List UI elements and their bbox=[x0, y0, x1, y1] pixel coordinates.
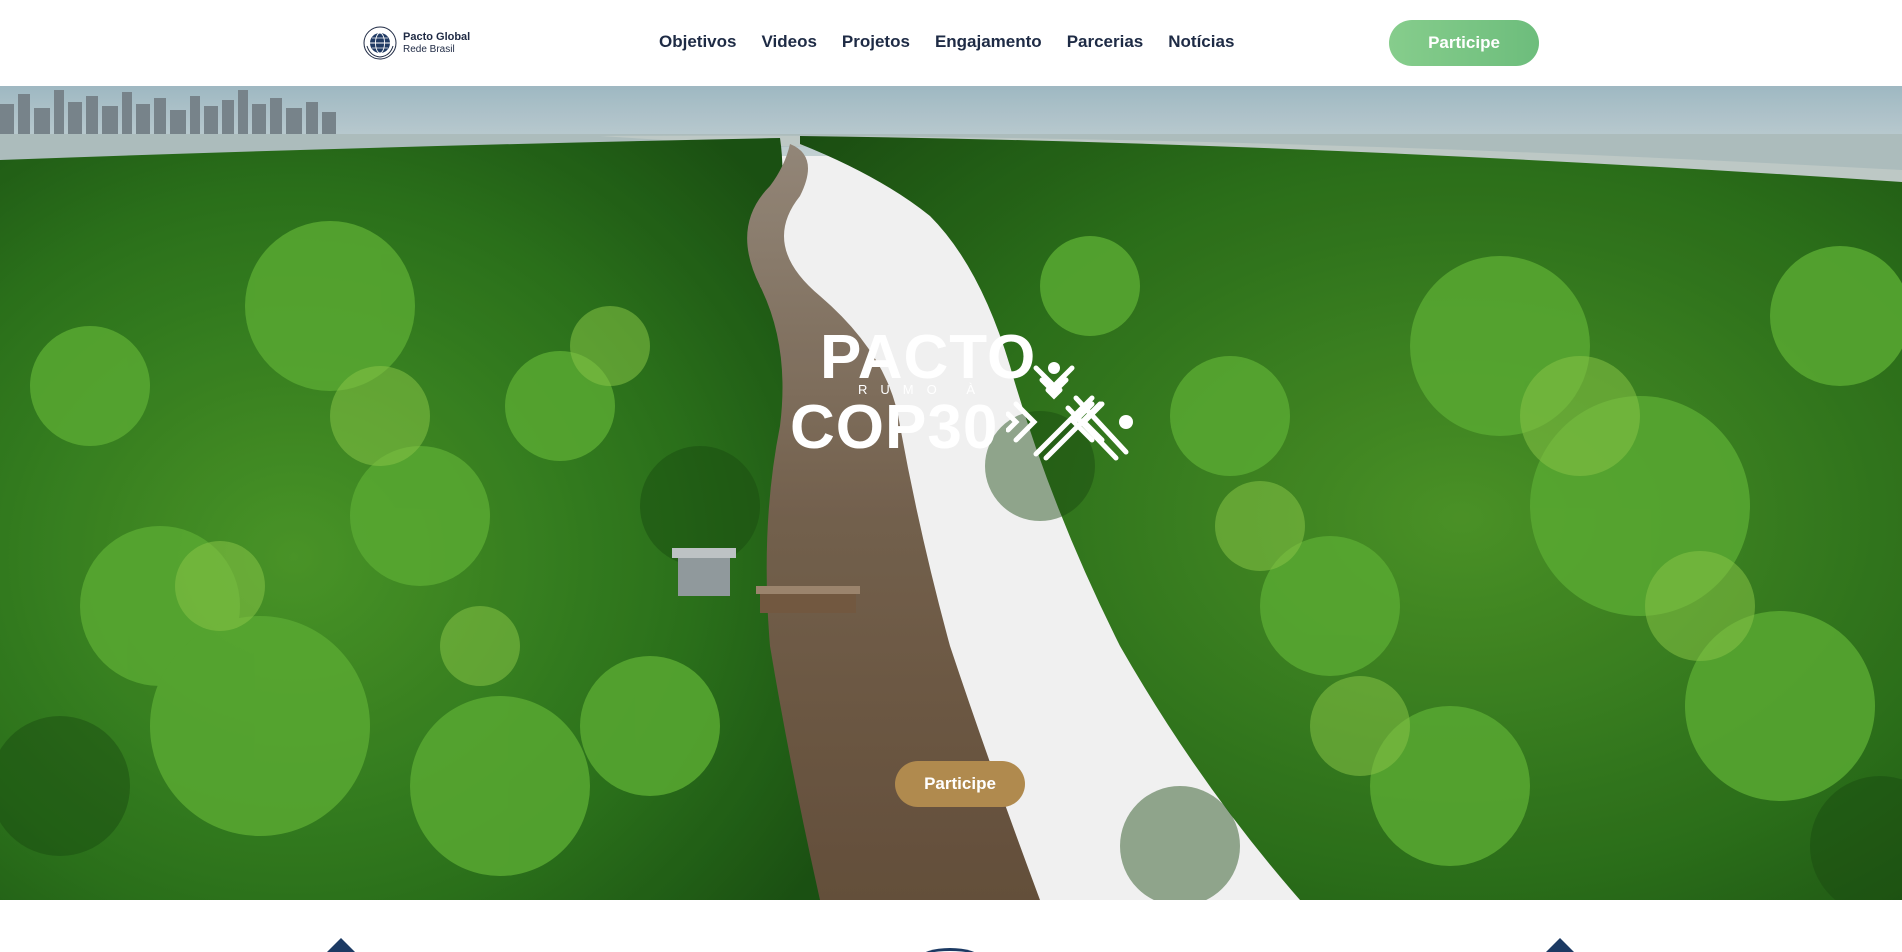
hero-section: PACTO RUMO À COP30 Participe bbox=[0, 86, 1902, 900]
nav-item-engajamento[interactable]: Engajamento bbox=[935, 32, 1042, 52]
arc-decoration bbox=[920, 948, 980, 952]
participe-hero-button[interactable]: Participe bbox=[895, 761, 1025, 807]
logo-subtitle: Rede Brasil bbox=[403, 43, 455, 55]
site-logo[interactable]: Pacto Global Rede Brasil bbox=[363, 26, 470, 60]
next-section-preview bbox=[0, 900, 1902, 952]
cop30-emblem-icon bbox=[1006, 362, 1133, 461]
nav-item-videos[interactable]: Videos bbox=[761, 32, 816, 52]
pacto-cop30-logo: PACTO RUMO À COP30 bbox=[788, 322, 1140, 472]
nav-item-objetivos[interactable]: Objetivos bbox=[659, 32, 736, 52]
globe-icon bbox=[363, 26, 397, 60]
nav-item-noticias[interactable]: Notícias bbox=[1168, 32, 1234, 52]
logo-title: Pacto Global bbox=[403, 31, 471, 44]
nav-item-parcerias[interactable]: Parcerias bbox=[1067, 32, 1144, 52]
triangle-decoration-right bbox=[1544, 938, 1576, 952]
main-nav: Objetivos Videos Projetos Engajamento Pa… bbox=[659, 32, 1234, 52]
participe-header-button[interactable]: Participe bbox=[1389, 20, 1539, 66]
logo-text: Pacto Global Rede Brasil bbox=[403, 31, 470, 54]
site-header: Pacto Global Rede Brasil Objetivos Video… bbox=[0, 0, 1902, 86]
hero-logo-line3: COP30 bbox=[790, 393, 999, 462]
triangle-decoration-left bbox=[325, 938, 357, 952]
nav-item-projetos[interactable]: Projetos bbox=[842, 32, 910, 52]
